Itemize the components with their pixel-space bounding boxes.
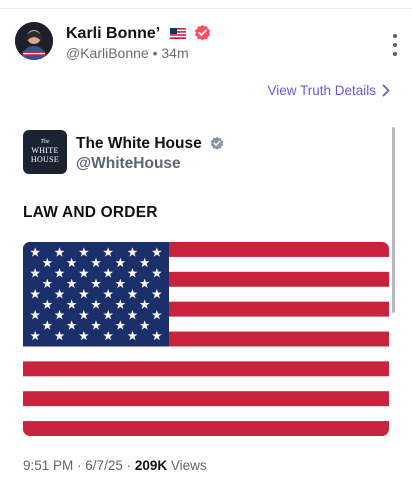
- author-name[interactable]: Karli Bonne’: [66, 25, 159, 42]
- flag-canton: [23, 242, 169, 347]
- author-handle[interactable]: @KarliBonne: [66, 45, 149, 61]
- views-count: 209K: [134, 458, 168, 473]
- post-header: Karli Bonne’ @KarliBonne • 34m: [15, 22, 400, 66]
- flag-stripe: [23, 361, 389, 377]
- embed-meta: 9:51 PM · 6/7/25 · 209K Views: [23, 458, 207, 473]
- embed-author-handle[interactable]: @WhiteHouse: [76, 155, 181, 173]
- american-flag-image[interactable]: [23, 242, 389, 436]
- meta-separator: ·: [126, 458, 135, 473]
- embed-author-name[interactable]: The White House: [76, 135, 202, 152]
- author-handle-row: @KarliBonne • 34m: [66, 45, 189, 61]
- verified-check-icon: [210, 136, 224, 150]
- view-truth-details-link[interactable]: View Truth Details: [267, 83, 390, 98]
- author-avatar[interactable]: [15, 22, 53, 60]
- chevron-right-icon: [382, 84, 390, 97]
- embed-post-text: LAW AND ORDER: [23, 204, 158, 221]
- white-house-logo[interactable]: The WHITE HOUSE: [23, 130, 67, 174]
- more-dot-icon: [393, 34, 397, 38]
- embed-author-name-row[interactable]: The White House: [76, 135, 224, 153]
- more-options-button[interactable]: [390, 34, 400, 56]
- verified-badge-icon: [195, 24, 211, 41]
- us-flag-icon: [169, 28, 186, 39]
- flag-stripe: [23, 421, 389, 436]
- views-label: Views: [170, 458, 207, 473]
- more-dot-icon: [393, 43, 397, 47]
- american-flag-graphic: [23, 242, 389, 436]
- view-truth-details-label: View Truth Details: [267, 83, 376, 98]
- logo-line: The: [40, 139, 50, 145]
- logo-line: WHITE: [31, 146, 59, 155]
- embed-date: 6/7/25: [85, 458, 123, 473]
- embed-time: 9:51 PM: [23, 458, 74, 473]
- scrollbar[interactable]: [392, 127, 395, 313]
- author-name-row[interactable]: Karli Bonne’: [66, 24, 211, 43]
- post-time-ago: 34m: [161, 45, 189, 61]
- more-dot-icon: [393, 52, 397, 56]
- logo-line: HOUSE: [30, 155, 60, 164]
- top-divider: [0, 0, 412, 9]
- flag-stripe: [23, 391, 389, 407]
